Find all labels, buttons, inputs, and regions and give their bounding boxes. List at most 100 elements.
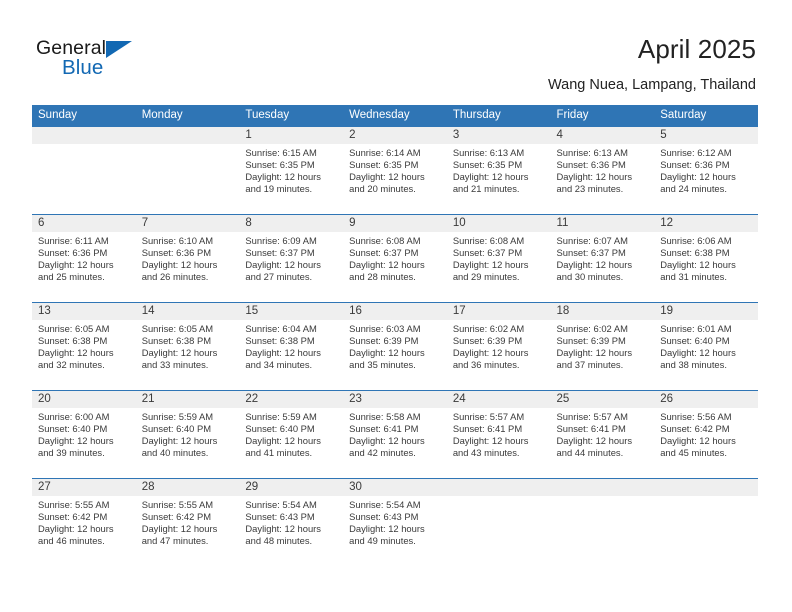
calendar-day-cell[interactable]: 26 Sunrise: 5:56 AM Sunset: 6:42 PM Dayligh… — [654, 391, 758, 478]
calendar-day-cell[interactable]: 11 Sunrise: 6:07 AM Sunset: 6:37 PM Dayligh… — [550, 215, 655, 302]
calendar-day-cell[interactable]: 25 Sunrise: 5:57 AM Sunset: 6:41 PM Dayligh… — [550, 391, 655, 478]
calendar-day-cell[interactable]: 13 Sunrise: 6:05 AM Sunset: 6:38 PM Dayligh… — [32, 303, 136, 390]
sunrise-text: Sunrise: 5:57 AM — [452, 411, 525, 422]
daylight-text-line1: Daylight: 12 hours — [349, 434, 425, 446]
daylight-text-line1: Daylight: 12 hours — [660, 434, 736, 446]
day-number-bar: 28 — [135, 479, 240, 496]
calendar-day-cell[interactable]: 6 Sunrise: 6:11 AM Sunset: 6:36 PM Daylight… — [32, 215, 136, 302]
day-number-bar: 7 — [135, 215, 240, 232]
sunrise-text: Sunrise: 6:07 AM — [556, 235, 628, 246]
calendar-day-cell[interactable]: 23 Sunrise: 5:58 AM Sunset: 6:41 PM Dayligh… — [343, 391, 447, 478]
day-number-bar: 15 — [239, 303, 344, 320]
sunrise-text: Sunrise: 5:58 AM — [349, 411, 421, 422]
day-number: 4 — [556, 129, 563, 141]
daylight-text-line2: and 33 minutes. — [141, 358, 209, 370]
day-of-week-header-row: Sunday Monday Tuesday Wednesday Thursday Frid… — [32, 105, 758, 126]
daylight-text-line1: Daylight: 12 hours — [38, 258, 114, 270]
calendar-day-cell[interactable]: 15 Sunrise: 6:04 AM Sunset: 6:38 PM Dayligh… — [239, 303, 344, 390]
calendar-cell-empty — [135, 127, 240, 214]
calendar-day-cell[interactable]: 30 Sunrise: 5:54 AM Sunset: 6:43 PM Dayligh… — [343, 479, 447, 568]
calendar-day-cell[interactable]: 8 Sunrise: 6:09 AM Sunset: 6:37 PM Daylight… — [239, 215, 344, 302]
day-number: 15 — [245, 305, 259, 317]
calendar-day-cell[interactable]: 12 Sunrise: 6:06 AM Sunset: 6:38 PM Dayligh… — [654, 215, 758, 302]
calendar-day-cell[interactable]: 17 Sunrise: 6:02 AM Sunset: 6:39 PM Dayligh… — [446, 303, 551, 390]
daylight-text-line2: and 36 minutes. — [452, 358, 520, 370]
calendar-day-cell[interactable]: 4 Sunrise: 6:13 AM Sunset: 6:36 PM Daylight… — [550, 127, 655, 214]
calendar-day-cell[interactable]: 5 Sunrise: 6:12 AM Sunset: 6:36 PM Daylight… — [654, 127, 758, 214]
calendar-day-cell[interactable]: 10 Sunrise: 6:08 AM Sunset: 6:37 PM Dayligh… — [446, 215, 551, 302]
day-number: 27 — [38, 481, 51, 493]
sun-info: Sunrise: 6:13 AM Sunset: 6:35 PM Daylight:… — [447, 144, 551, 195]
sunset-text: Sunset: 6:37 PM — [349, 246, 419, 258]
general-blue-logo[interactable]: General Blue — [36, 37, 156, 83]
day-number-bar: 29 — [239, 479, 344, 496]
sun-info: Sunrise: 6:02 AM Sunset: 6:39 PM Daylight:… — [551, 320, 655, 371]
daylight-text-line1: Daylight: 12 hours — [38, 434, 114, 446]
calendar-cell-empty — [446, 479, 551, 568]
day-number: 3 — [452, 129, 460, 141]
daylight-text-line2: and 25 minutes. — [38, 270, 105, 282]
daylight-text-line1: Daylight: 12 hours — [349, 258, 425, 270]
sunrise-text: Sunrise: 6:02 AM — [556, 323, 628, 334]
daylight-text-line2: and 29 minutes. — [452, 270, 520, 282]
calendar-day-cell[interactable]: 14 Sunrise: 6:05 AM Sunset: 6:38 PM Dayligh… — [135, 303, 240, 390]
calendar-day-cell[interactable]: 1 Sunrise: 6:15 AM Sunset: 6:35 PM Daylight… — [239, 127, 344, 214]
sunrise-text: Sunrise: 6:05 AM — [38, 323, 110, 334]
day-number-bar: 20 — [32, 391, 136, 408]
sunrise-text: Sunrise: 6:13 AM — [556, 147, 628, 158]
day-number: 7 — [141, 217, 149, 229]
day-number-bar: 22 — [239, 391, 344, 408]
sunrise-text: Sunrise: 6:03 AM — [349, 323, 421, 334]
calendar-day-cell[interactable]: 2 Sunrise: 6:14 AM Sunset: 6:35 PM Daylight… — [343, 127, 447, 214]
day-number-bar: 2 — [343, 127, 447, 144]
calendar-day-cell[interactable]: 20 Sunrise: 6:00 AM Sunset: 6:40 PM Dayligh… — [32, 391, 136, 478]
day-number: 12 — [660, 217, 674, 229]
calendar-day-cell[interactable]: 16 Sunrise: 6:03 AM Sunset: 6:39 PM Dayligh… — [343, 303, 447, 390]
daylight-text-line1: Daylight: 12 hours — [556, 170, 633, 182]
daylight-text-line2: and 34 minutes. — [245, 358, 313, 370]
calendar-day-cell[interactable]: 21 Sunrise: 5:59 AM Sunset: 6:40 PM Dayligh… — [135, 391, 240, 478]
calendar-day-cell[interactable]: 29 Sunrise: 5:54 AM Sunset: 6:43 PM Dayligh… — [239, 479, 344, 568]
calendar-day-cell[interactable]: 18 Sunrise: 6:02 AM Sunset: 6:39 PM Dayligh… — [550, 303, 655, 390]
sunset-text: Sunset: 6:35 PM — [349, 158, 419, 170]
day-number-bar: 25 — [550, 391, 655, 408]
calendar-day-cell[interactable]: 27 Sunrise: 5:55 AM Sunset: 6:42 PM Dayligh… — [32, 479, 136, 568]
day-of-week-saturday: Saturday — [660, 109, 707, 121]
sun-info: Sunrise: 6:09 AM Sunset: 6:37 PM Daylight:… — [239, 232, 343, 283]
day-number: 20 — [38, 393, 51, 405]
day-number-bar: 30 — [343, 479, 447, 496]
day-number-bar: 19 — [654, 303, 758, 320]
calendar-week-row: 1 Sunrise: 6:15 AM Sunset: 6:35 PM Daylight… — [32, 126, 758, 214]
daylight-text-line1: Daylight: 12 hours — [245, 434, 321, 446]
calendar-day-cell[interactable]: 24 Sunrise: 5:57 AM Sunset: 6:41 PM Dayligh… — [446, 391, 551, 478]
sunrise-text: Sunrise: 6:08 AM — [349, 235, 421, 246]
calendar-page: General Blue April 2025 Wang Nuea, Lampa… — [0, 0, 792, 612]
calendar-day-cell[interactable]: 28 Sunrise: 5:55 AM Sunset: 6:42 PM Dayligh… — [135, 479, 240, 568]
sunset-text: Sunset: 6:36 PM — [556, 158, 626, 170]
sun-info: Sunrise: 5:59 AM Sunset: 6:40 PM Daylight:… — [136, 408, 240, 459]
day-number-bar — [135, 127, 240, 144]
sunrise-text: Sunrise: 5:57 AM — [556, 411, 628, 422]
calendar-day-cell[interactable]: 19 Sunrise: 6:01 AM Sunset: 6:40 PM Dayligh… — [654, 303, 758, 390]
day-number-bar: 26 — [654, 391, 758, 408]
sun-info: Sunrise: 6:00 AM Sunset: 6:40 PM Daylight:… — [32, 408, 136, 459]
calendar-day-cell[interactable]: 9 Sunrise: 6:08 AM Sunset: 6:37 PM Daylight… — [343, 215, 447, 302]
calendar-day-cell[interactable]: 7 Sunrise: 6:10 AM Sunset: 6:36 PM Daylight… — [135, 215, 240, 302]
sunset-text: Sunset: 6:40 PM — [141, 422, 212, 434]
sunset-text: Sunset: 6:38 PM — [245, 334, 315, 346]
daylight-text-line2: and 38 minutes. — [660, 358, 727, 370]
sunset-text: Sunset: 6:41 PM — [452, 422, 523, 434]
day-number-bar — [654, 479, 758, 496]
daylight-text-line2: and 35 minutes. — [349, 358, 416, 370]
sunset-text: Sunset: 6:37 PM — [452, 246, 523, 258]
calendar-day-cell[interactable]: 3 Sunrise: 6:13 AM Sunset: 6:35 PM Daylight… — [446, 127, 551, 214]
sun-info: Sunrise: 6:01 AM Sunset: 6:40 PM Daylight:… — [654, 320, 758, 371]
calendar-week-row: 6 Sunrise: 6:11 AM Sunset: 6:36 PM Daylight… — [32, 214, 758, 302]
calendar-day-cell[interactable]: 22 Sunrise: 5:59 AM Sunset: 6:40 PM Dayligh… — [239, 391, 344, 478]
day-number-bar: 11 — [550, 215, 655, 232]
day-of-week-friday: Friday — [556, 109, 589, 121]
sun-info: Sunrise: 5:56 AM Sunset: 6:42 PM Daylight:… — [654, 408, 758, 459]
daylight-text-line1: Daylight: 12 hours — [349, 346, 425, 358]
day-number-bar: 27 — [32, 479, 136, 496]
daylight-text-line2: and 42 minutes. — [349, 446, 416, 458]
